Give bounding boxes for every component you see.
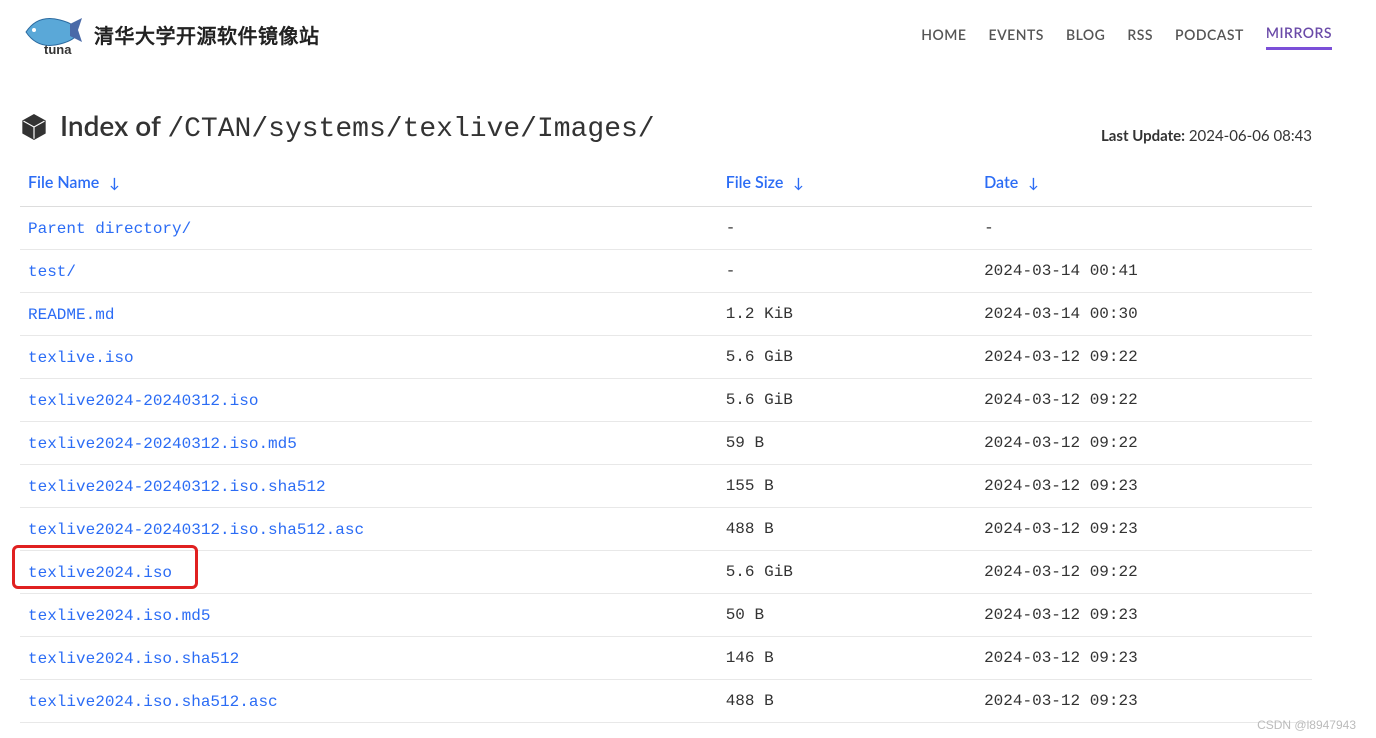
watermark: CSDN @l8947943 — [1257, 718, 1356, 732]
file-link[interactable]: texlive2024.iso.sha512.asc — [28, 693, 278, 711]
table-row: texlive2024-20240312.iso.sha512 155 B2024… — [20, 465, 1312, 508]
file-date: 2024-03-12 09:22 — [976, 379, 1312, 422]
nav-mirrors[interactable]: MIRRORS — [1266, 18, 1332, 50]
file-date: 2024-03-14 00:30 — [976, 293, 1312, 336]
table-row: texlive2024-20240312.iso 5.6 GiB2024-03-1… — [20, 379, 1312, 422]
file-link[interactable]: Parent directory/ — [28, 220, 191, 238]
sort-arrow-icon: ↓ — [1028, 174, 1039, 191]
nav-home[interactable]: HOME — [921, 20, 966, 49]
file-link[interactable]: texlive2024.iso.sha512 — [28, 650, 239, 668]
file-date: 2024-03-12 09:23 — [976, 465, 1312, 508]
file-date: - — [976, 207, 1312, 250]
col-header-name[interactable]: File Name ↓ — [20, 163, 718, 207]
file-link[interactable]: texlive2024-20240312.iso.md5 — [28, 435, 297, 453]
table-row: texlive2024-20240312.iso.md5 59 B2024-03-… — [20, 422, 1312, 465]
breadcrumb-path: /CTAN/systems/texlive/Images/ — [167, 114, 654, 145]
package-icon — [20, 113, 48, 141]
file-size: 488 B — [718, 508, 976, 551]
file-date: 2024-03-14 00:41 — [976, 250, 1312, 293]
col-header-size[interactable]: File Size ↓ — [718, 163, 976, 207]
content: Index of /CTAN/systems/texlive/Images/ L… — [0, 68, 1376, 723]
file-date: 2024-03-12 09:23 — [976, 508, 1312, 551]
file-link[interactable]: texlive2024-20240312.iso.sha512 — [28, 478, 326, 496]
sort-arrow-icon: ↓ — [793, 174, 804, 191]
table-row: texlive2024.iso.sha512.asc 488 B2024-03-1… — [20, 680, 1312, 723]
file-size: 155 B — [718, 465, 976, 508]
brand: tuna 清华大学开源软件镜像站 — [20, 10, 320, 58]
file-size: 50 B — [718, 594, 976, 637]
table-row: texlive2024.iso.sha512 146 B2024-03-12 09… — [20, 637, 1312, 680]
table-row: texlive2024.iso 5.6 GiB2024-03-12 09:22 — [20, 551, 1312, 594]
file-link[interactable]: texlive2024.iso.md5 — [28, 607, 210, 625]
file-table: File Name ↓ File Size ↓ Date ↓ Parent di… — [20, 163, 1312, 723]
sort-arrow-icon: ↓ — [109, 174, 120, 191]
col-header-date[interactable]: Date ↓ — [976, 163, 1312, 207]
table-row: README.md 1.2 KiB2024-03-14 00:30 — [20, 293, 1312, 336]
file-size: 5.6 GiB — [718, 551, 976, 594]
site-title: 清华大学开源软件镜像站 — [94, 20, 320, 49]
last-update-label: Last Update: — [1101, 127, 1185, 145]
nav-rss[interactable]: RSS — [1127, 20, 1153, 49]
file-date: 2024-03-12 09:23 — [976, 680, 1312, 723]
file-link[interactable]: test/ — [28, 263, 76, 281]
file-size: 1.2 KiB — [718, 293, 976, 336]
file-date: 2024-03-12 09:22 — [976, 422, 1312, 465]
file-date: 2024-03-12 09:22 — [976, 551, 1312, 594]
main-nav: HOME EVENTS BLOG RSS PODCAST MIRRORS — [921, 18, 1332, 50]
file-size: - — [718, 250, 976, 293]
nav-events[interactable]: EVENTS — [989, 20, 1044, 49]
file-size: 5.6 GiB — [718, 379, 976, 422]
site-header: tuna 清华大学开源软件镜像站 HOME EVENTS BLOG RSS PO… — [0, 0, 1376, 68]
tuna-logo[interactable]: tuna — [20, 10, 84, 58]
last-update-value: 2024-06-06 08:43 — [1189, 127, 1312, 145]
file-size: 146 B — [718, 637, 976, 680]
svg-text:tuna: tuna — [44, 42, 72, 57]
file-date: 2024-03-12 09:23 — [976, 637, 1312, 680]
file-size: - — [718, 207, 976, 250]
page-heading-row: Index of /CTAN/systems/texlive/Images/ L… — [20, 108, 1356, 145]
file-size: 488 B — [718, 680, 976, 723]
table-row: test/ -2024-03-14 00:41 — [20, 250, 1312, 293]
file-link[interactable]: texlive2024-20240312.iso.sha512.asc — [28, 521, 364, 539]
page-title: Index of /CTAN/systems/texlive/Images/ — [20, 108, 655, 145]
file-size: 59 B — [718, 422, 976, 465]
table-row: texlive.iso 5.6 GiB2024-03-12 09:22 — [20, 336, 1312, 379]
nav-podcast[interactable]: PODCAST — [1175, 20, 1244, 49]
file-link[interactable]: texlive2024.iso — [28, 564, 172, 582]
file-size: 5.6 GiB — [718, 336, 976, 379]
title-prefix: Index of — [60, 108, 167, 142]
table-row: Parent directory/ -- — [20, 207, 1312, 250]
nav-blog[interactable]: BLOG — [1066, 20, 1105, 49]
file-date: 2024-03-12 09:23 — [976, 594, 1312, 637]
table-row: texlive2024.iso.md5 50 B2024-03-12 09:23 — [20, 594, 1312, 637]
file-link[interactable]: texlive.iso — [28, 349, 134, 367]
last-update: Last Update: 2024-06-06 08:43 — [1101, 127, 1356, 145]
file-link[interactable]: README.md — [28, 306, 114, 324]
file-date: 2024-03-12 09:22 — [976, 336, 1312, 379]
table-row: texlive2024-20240312.iso.sha512.asc 488 B… — [20, 508, 1312, 551]
file-link[interactable]: texlive2024-20240312.iso — [28, 392, 258, 410]
